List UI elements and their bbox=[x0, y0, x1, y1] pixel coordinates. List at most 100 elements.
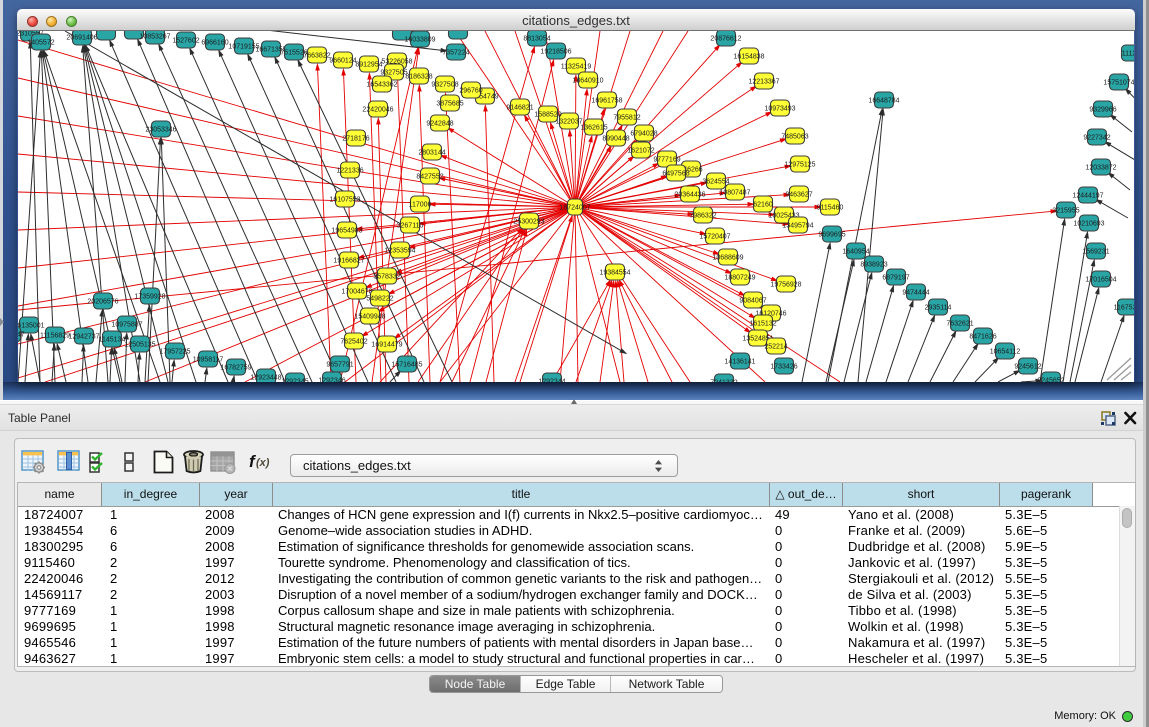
svg-text:9914547: 9914547 bbox=[18, 331, 25, 338]
svg-text:10958117: 10958117 bbox=[193, 356, 224, 363]
svg-text:16914479: 16914479 bbox=[371, 341, 402, 348]
svg-text:1733426: 1733426 bbox=[770, 363, 797, 370]
svg-text:12923448: 12923448 bbox=[250, 374, 281, 381]
svg-text:9660124: 9660124 bbox=[329, 57, 356, 64]
svg-text:13495794: 13495794 bbox=[782, 222, 813, 229]
svg-text:8427552: 8427552 bbox=[416, 173, 443, 180]
svg-text:10210693: 10210693 bbox=[1073, 220, 1104, 227]
svg-text:11325419: 11325419 bbox=[561, 63, 592, 70]
svg-text:12353594: 12353594 bbox=[384, 247, 415, 254]
svg-text:17359928: 17359928 bbox=[134, 293, 165, 300]
svg-text:9084067: 9084067 bbox=[739, 297, 766, 304]
svg-text:9227342: 9227342 bbox=[1083, 134, 1110, 141]
svg-text:7357224: 7357224 bbox=[442, 49, 469, 56]
svg-text:19654983: 19654983 bbox=[331, 227, 362, 234]
svg-text:16543362: 16543362 bbox=[366, 81, 397, 88]
svg-text:8186328: 8186328 bbox=[405, 73, 432, 80]
svg-text:20206576: 20206576 bbox=[87, 298, 118, 305]
svg-text:9327505: 9327505 bbox=[380, 69, 407, 76]
svg-text:1167533: 1167533 bbox=[1114, 304, 1134, 311]
svg-text:(x): (x) bbox=[256, 457, 270, 469]
svg-text:296760: 296760 bbox=[459, 87, 482, 94]
svg-text:3624554: 3624554 bbox=[702, 178, 729, 185]
svg-text:10688609: 10688609 bbox=[712, 254, 743, 261]
svg-text:10853267: 10853267 bbox=[139, 33, 170, 40]
svg-text:1621072: 1621072 bbox=[627, 147, 654, 154]
svg-text:5498222: 5498222 bbox=[366, 295, 393, 302]
svg-text:9245612: 9245612 bbox=[1014, 363, 1041, 370]
svg-text:9777169: 9777169 bbox=[653, 156, 680, 163]
svg-text:12942737: 12942737 bbox=[68, 333, 99, 340]
svg-text:19384554: 19384554 bbox=[599, 269, 630, 276]
svg-text:11123: 11123 bbox=[1122, 50, 1134, 57]
svg-text:7663822: 7663822 bbox=[303, 52, 330, 59]
svg-text:117006: 117006 bbox=[409, 201, 432, 208]
svg-text:19218506: 19218506 bbox=[540, 48, 571, 55]
svg-text:15720407: 15720407 bbox=[699, 233, 730, 240]
svg-text:17016504: 17016504 bbox=[1085, 276, 1116, 283]
svg-text:6966160: 6966160 bbox=[201, 39, 228, 46]
svg-text:15409948: 15409948 bbox=[354, 313, 385, 320]
svg-text:3215955: 3215955 bbox=[1052, 207, 1079, 214]
svg-text:9474444: 9474444 bbox=[902, 289, 929, 296]
svg-text:6497568: 6497568 bbox=[662, 170, 689, 177]
svg-text:15716485: 15716485 bbox=[391, 361, 422, 368]
svg-text:1292345: 1292345 bbox=[281, 378, 308, 382]
svg-text:16107553: 16107553 bbox=[329, 196, 360, 203]
svg-text:18724007: 18724007 bbox=[559, 204, 590, 211]
svg-text:22420046: 22420046 bbox=[362, 106, 393, 113]
svg-text:6794028: 6794028 bbox=[630, 130, 657, 137]
svg-text:11156829: 11156829 bbox=[40, 332, 70, 339]
svg-text:1569231: 1569231 bbox=[1082, 248, 1109, 255]
svg-text:12033872: 12033872 bbox=[1085, 164, 1116, 171]
svg-text:7955812: 7955812 bbox=[613, 114, 640, 121]
svg-text:7986322: 7986322 bbox=[689, 212, 716, 219]
svg-text:3875685: 3875685 bbox=[436, 100, 463, 107]
svg-text:19756928: 19756928 bbox=[770, 281, 801, 288]
svg-text:7625402: 7625402 bbox=[340, 338, 367, 345]
svg-text:10973493: 10973493 bbox=[764, 105, 795, 112]
svg-text:17957225: 17957225 bbox=[159, 348, 190, 355]
svg-text:9329966: 9329966 bbox=[1089, 106, 1116, 113]
svg-text:18807249: 18807249 bbox=[724, 274, 755, 281]
svg-text:6879197: 6879197 bbox=[882, 274, 909, 281]
svg-text:25300293: 25300293 bbox=[513, 218, 544, 225]
svg-text:8990448: 8990448 bbox=[602, 135, 629, 142]
svg-text:3578332: 3578332 bbox=[373, 273, 400, 280]
svg-text:9463627: 9463627 bbox=[785, 191, 812, 198]
svg-text:10975887: 10975887 bbox=[111, 321, 142, 328]
svg-text:1292344: 1292344 bbox=[538, 378, 565, 382]
svg-text:20691406: 20691406 bbox=[66, 34, 97, 41]
svg-text:1588520: 1588520 bbox=[534, 111, 561, 118]
svg-text:10807487: 10807487 bbox=[719, 189, 750, 196]
svg-text:2803144: 2803144 bbox=[418, 149, 445, 156]
svg-text:2718176: 2718176 bbox=[342, 135, 369, 142]
svg-text:7485063: 7485063 bbox=[781, 133, 808, 140]
svg-text:8912954: 8912954 bbox=[355, 61, 382, 68]
svg-text:20876612: 20876612 bbox=[710, 35, 741, 42]
svg-text:8471626: 8471626 bbox=[969, 333, 996, 340]
svg-text:8938923: 8938923 bbox=[860, 261, 887, 268]
svg-text:7632621: 7632621 bbox=[946, 320, 973, 327]
svg-text:9657791: 9657791 bbox=[326, 361, 353, 368]
svg-text:1362615: 1362615 bbox=[580, 124, 607, 131]
svg-text:12213367: 12213367 bbox=[748, 78, 779, 85]
svg-text:1640954: 1640954 bbox=[842, 248, 869, 255]
svg-text:18640910: 18640910 bbox=[572, 77, 603, 84]
svg-text:26135001: 26135001 bbox=[18, 322, 45, 329]
svg-text:20364436: 20364436 bbox=[674, 191, 705, 198]
svg-text:15751074: 15751074 bbox=[1103, 79, 1134, 86]
svg-text:16648784: 16648784 bbox=[868, 97, 899, 104]
svg-text:16782759: 16782759 bbox=[220, 364, 251, 371]
svg-text:1615132: 1615132 bbox=[749, 320, 776, 327]
svg-text:16154838: 16154838 bbox=[733, 53, 764, 60]
svg-text:14136141: 14136141 bbox=[724, 358, 755, 365]
svg-text:23053346: 23053346 bbox=[145, 126, 176, 133]
svg-text:1145134: 1145134 bbox=[99, 336, 126, 343]
svg-text:1322037: 1322037 bbox=[555, 118, 582, 125]
svg-text:7241332: 7241332 bbox=[710, 379, 737, 382]
svg-text:252214: 252214 bbox=[764, 343, 787, 350]
svg-text:62160: 62160 bbox=[753, 201, 773, 208]
svg-text:16033809: 16033809 bbox=[404, 36, 435, 43]
svg-text:3267110: 3267110 bbox=[397, 222, 424, 229]
